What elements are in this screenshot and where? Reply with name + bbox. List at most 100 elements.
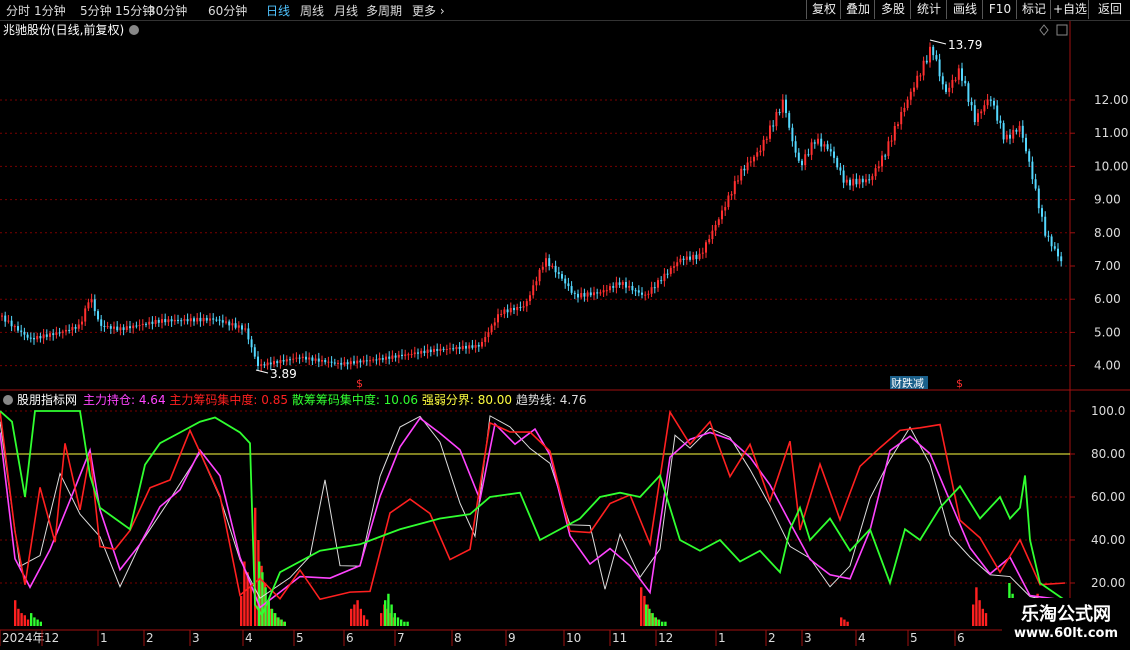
- max-price-pointer: [929, 39, 947, 45]
- legend-item: 强弱分界: 80.00: [422, 393, 516, 407]
- price-tick-label: 10.00: [1094, 159, 1128, 173]
- date-label: 7: [397, 631, 405, 645]
- candle-body: [394, 355, 397, 358]
- candle-body: [810, 142, 813, 155]
- candle-body: [733, 181, 736, 195]
- candle-body: [321, 359, 323, 362]
- candle-body: [711, 230, 714, 240]
- candle-body: [749, 161, 752, 163]
- date-label: 5: [910, 631, 918, 645]
- candle-body: [385, 356, 387, 360]
- indicator-bar: [975, 587, 978, 626]
- candle-body: [983, 105, 986, 112]
- legend-item: 主力筹码集中度: 0.85: [169, 392, 291, 407]
- watermark-title: 乐淘公式网: [1021, 604, 1111, 625]
- candle-body: [778, 112, 781, 114]
- indicator-axis: 100.0 80.00 60.00 40.00 20.00: [1070, 404, 1125, 590]
- candle-body: [218, 319, 221, 321]
- indicator-bar: [657, 619, 661, 626]
- candle-body: [769, 125, 771, 139]
- candle-body: [906, 99, 909, 108]
- candle-body: [13, 326, 16, 328]
- candle-body: [465, 345, 467, 349]
- date-label: 6: [957, 631, 965, 645]
- candle-body: [858, 178, 861, 185]
- candle-body: [593, 292, 595, 296]
- candle-body: [420, 350, 423, 354]
- date-label: 8: [454, 631, 462, 645]
- candle-body: [327, 361, 330, 363]
- candle-body: [1057, 248, 1059, 257]
- candle-body: [538, 269, 541, 282]
- candle-body: [599, 292, 602, 294]
- indicator-menu-icon[interactable]: [3, 395, 13, 405]
- candle-body: [615, 282, 618, 288]
- candle-body: [881, 155, 883, 167]
- diamond-icon[interactable]: [1039, 24, 1049, 36]
- candle-body: [861, 178, 864, 183]
- candle-body: [772, 125, 775, 127]
- candle-body: [897, 124, 899, 127]
- candle-body: [317, 358, 320, 362]
- candle-body: [964, 80, 967, 84]
- indicator-bar: [843, 619, 846, 626]
- indicator-bar: [396, 617, 400, 626]
- candle-body: [596, 292, 599, 294]
- chevron-down-icon[interactable]: [129, 25, 139, 35]
- date-label: 1: [100, 631, 108, 645]
- panel-toggle-icon[interactable]: [1056, 24, 1068, 36]
- indicator-bar: [648, 608, 651, 626]
- event-marker-2[interactable]: $: [956, 377, 963, 390]
- candle-body: [343, 362, 346, 365]
- candle-body: [993, 100, 995, 106]
- candle-body: [893, 126, 896, 141]
- indicator-bar: [654, 617, 657, 626]
- watermark-url: www.60lt.com: [1013, 626, 1119, 641]
- candle-body: [554, 265, 557, 273]
- date-label: 4: [858, 631, 866, 645]
- candle-body: [442, 348, 445, 350]
- candle-body: [1060, 256, 1063, 262]
- candle-body: [573, 292, 576, 294]
- indicator-bar: [978, 600, 981, 626]
- candle-body: [676, 262, 679, 267]
- candle-body: [90, 299, 93, 303]
- candle-body: [26, 334, 29, 338]
- candle-body: [641, 292, 643, 295]
- candle-body: [4, 315, 7, 322]
- candle-body: [474, 345, 477, 348]
- candle-body: [644, 294, 647, 296]
- candle-body: [65, 329, 67, 332]
- candle-body: [109, 326, 112, 329]
- candle-body: [849, 179, 851, 186]
- stock-chart[interactable]: 12.0011.0010.009.008.007.006.005.004.00 …: [0, 0, 1130, 650]
- candle-body: [759, 150, 762, 153]
- indicator-bar: [380, 613, 383, 626]
- candle-body: [173, 319, 176, 322]
- candle-body: [817, 138, 819, 144]
- event-marker-1[interactable]: $: [356, 377, 363, 390]
- main-position-line: [0, 417, 1066, 609]
- event-badge[interactable]: 财跌减: [891, 376, 924, 390]
- candle-body: [292, 358, 295, 360]
- candle-body: [212, 318, 215, 320]
- candle-body: [74, 327, 77, 329]
- candle-body: [196, 317, 199, 322]
- candle-body: [39, 336, 42, 339]
- candle-body: [10, 320, 13, 327]
- candle-body: [561, 274, 563, 279]
- candle-body: [452, 348, 455, 350]
- candle-body: [698, 253, 701, 260]
- indicator-bar: [240, 595, 243, 626]
- candle-body: [23, 331, 26, 335]
- indicator-tick-label: 40.00: [1091, 533, 1125, 547]
- candle-body: [679, 258, 682, 263]
- indicator-bar: [283, 621, 286, 626]
- candle-body: [727, 195, 730, 208]
- candle-body: [1037, 188, 1040, 209]
- candle-body: [52, 333, 55, 336]
- candle-body: [372, 359, 375, 361]
- candle-body: [705, 242, 707, 253]
- candle-body: [996, 105, 999, 121]
- candle-body: [458, 346, 461, 350]
